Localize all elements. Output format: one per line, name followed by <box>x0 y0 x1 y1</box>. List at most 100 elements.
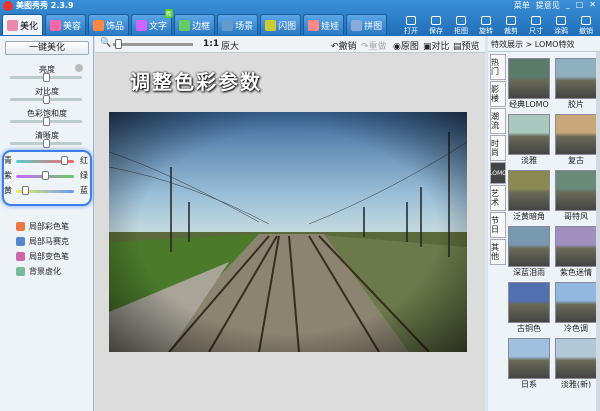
effect-thumbnail[interactable]: 冷色调 <box>555 282 597 335</box>
effect-preview-image <box>555 226 597 267</box>
tool-button-3[interactable]: 旋转 <box>474 12 498 36</box>
close-button[interactable]: ✕ <box>589 0 596 11</box>
adjust-slider[interactable] <box>10 95 82 104</box>
tab-label: 美容 <box>63 21 82 32</box>
tool-icon <box>406 16 416 25</box>
color-knob[interactable] <box>60 156 68 165</box>
adjust-slider[interactable] <box>10 73 82 82</box>
effect-preview-image <box>555 282 597 323</box>
preview-button[interactable]: ▤预览 <box>453 39 480 52</box>
doll-icon <box>308 19 320 31</box>
color-knob[interactable] <box>21 186 29 195</box>
brush-tool-0[interactable]: 局部彩色笔 <box>16 221 69 232</box>
undo-button[interactable]: ↶撤销 <box>331 39 357 52</box>
tool-icon <box>506 16 516 25</box>
tab-1[interactable]: 美容 <box>45 14 87 35</box>
brush-label: 局部马赛克 <box>29 237 69 246</box>
effect-thumbnail[interactable]: 淡雅 <box>508 114 550 167</box>
edited-photo <box>109 112 467 352</box>
zoom-slider[interactable] <box>113 39 193 49</box>
adjust-slider[interactable] <box>10 117 82 126</box>
tab-2[interactable]: 饰品 <box>88 14 130 35</box>
tool-button-2[interactable]: 拒图 <box>449 12 473 36</box>
effect-label: 深蓝泪雨 <box>513 268 545 277</box>
effect-tab-5[interactable]: 艺术 <box>490 185 506 211</box>
effect-thumbnail[interactable]: 胶片 <box>555 58 597 111</box>
minimize-button[interactable]: _ <box>566 0 570 11</box>
feedback-button[interactable]: 提意见 <box>536 0 560 11</box>
effect-label: 淡雅 <box>521 156 537 165</box>
effects-scrollbar[interactable] <box>596 52 600 411</box>
maximize-button[interactable]: □ <box>576 0 584 11</box>
tab-6[interactable]: 闪图 <box>260 14 302 35</box>
effect-thumbnail[interactable]: 淡雅(新) <box>555 338 597 391</box>
effect-tab-3[interactable]: 时尚 <box>490 135 506 161</box>
tool-button-5[interactable]: 尺寸 <box>524 12 548 36</box>
tab-label: 拼图 <box>364 21 383 32</box>
slider-knob[interactable] <box>43 139 50 148</box>
effect-thumbnail[interactable]: 古铜色 <box>508 282 550 335</box>
tool-icon <box>581 16 591 25</box>
effect-label: 哥特风 <box>564 212 588 221</box>
effect-thumbnail[interactable]: 日系 <box>508 338 550 391</box>
slider-knob[interactable] <box>43 73 50 82</box>
tool-icon <box>431 16 441 25</box>
redo-button[interactable]: ↷重做 <box>361 39 387 52</box>
zoom-slider-knob[interactable] <box>115 39 122 49</box>
tool-icon <box>481 16 491 25</box>
tool-button-1[interactable]: 保存 <box>424 12 448 36</box>
effect-tab-4[interactable]: LOMO <box>489 162 507 184</box>
effect-thumbnail[interactable]: 复古 <box>555 114 597 167</box>
app-logo-icon <box>3 1 13 11</box>
compare-button[interactable]: ▣对比 <box>423 39 450 52</box>
annotation-headline: 调整色彩参数 <box>130 70 262 94</box>
color-right-label: 蓝 <box>80 186 88 195</box>
effect-thumbnail[interactable]: 紫色迷情 <box>555 226 597 279</box>
left-panel: 一键美化 亮度 对比度 色彩饱和度 清晰度 青红紫绿黄蓝 局部彩色笔 局部马赛克 局部变色… <box>0 36 94 411</box>
one-key-beautify-button[interactable]: 一键美化 <box>5 41 89 55</box>
tool-button-7[interactable]: 撤销 <box>574 12 598 36</box>
effect-preview-image <box>508 58 550 99</box>
effect-thumbnail[interactable]: 深蓝泪雨 <box>508 226 550 279</box>
top-bar: 美图秀秀 2.3.9 菜单 提意见 _ □ ✕ 美化 美容 饰品 文字 新边框 场景 闪图 娃… <box>0 0 600 36</box>
color-knob[interactable] <box>42 171 49 180</box>
color-slider[interactable]: 青红 <box>4 155 88 167</box>
canvas-toolbar: 🔍 1:1 原大 ↶撤销 ↷重做 ◉原图 ▣对比 ▤预览 <box>95 36 485 53</box>
slider-knob[interactable] <box>43 95 50 104</box>
brush-tool-1[interactable]: 局部马赛克 <box>16 236 69 247</box>
effect-tab-7[interactable]: 其他 <box>490 239 506 265</box>
effect-thumbnail[interactable]: 经典LOMO <box>508 58 550 111</box>
tab-label: 娃娃 <box>321 21 340 32</box>
effect-tab-1[interactable]: 影楼 <box>490 81 506 107</box>
effect-tab-6[interactable]: 节日 <box>490 212 506 238</box>
flash-icon <box>265 19 277 31</box>
original-image-button[interactable]: ◉原图 <box>393 39 419 52</box>
brush-tool-2[interactable]: 局部变色笔 <box>16 251 69 262</box>
brush-tool-3[interactable]: 背景虚化 <box>16 266 61 277</box>
tab-5[interactable]: 场景 <box>217 14 259 35</box>
tool-button-4[interactable]: 裁剪 <box>499 12 523 36</box>
tool-button-0[interactable]: 打开 <box>399 12 423 36</box>
slider-knob[interactable] <box>43 117 50 126</box>
original-size-button[interactable]: 原大 <box>221 39 239 52</box>
brush-icon <box>16 252 25 261</box>
tab-0[interactable]: 美化 <box>2 14 44 35</box>
adjust-slider[interactable] <box>10 139 82 148</box>
color-slider[interactable]: 紫绿 <box>4 170 88 182</box>
effect-tab-0[interactable]: 热门 <box>490 54 506 80</box>
color-slider[interactable]: 黄蓝 <box>4 185 88 197</box>
color-right-label: 绿 <box>80 171 88 180</box>
tab-7[interactable]: 娃娃 <box>303 14 345 35</box>
tab-8[interactable]: 拼图 <box>346 14 388 35</box>
tab-4[interactable]: 边框 <box>174 14 216 35</box>
effect-label: 冷色调 <box>564 324 588 333</box>
tab-3[interactable]: 文字 新 <box>131 9 174 35</box>
zoom-ratio[interactable]: 1:1 <box>203 39 219 49</box>
effect-thumbnail[interactable]: 泛黄暗角 <box>508 170 550 223</box>
text-icon <box>136 19 148 31</box>
menu-button[interactable]: 菜单 <box>514 0 530 11</box>
tool-button-6[interactable]: 涂鸦 <box>549 12 573 36</box>
effect-thumbnail[interactable]: 哥特风 <box>555 170 597 223</box>
effect-tab-2[interactable]: 潮流 <box>490 108 506 134</box>
effects-breadcrumb: 特效展示 > LOMO特效 <box>488 38 600 52</box>
